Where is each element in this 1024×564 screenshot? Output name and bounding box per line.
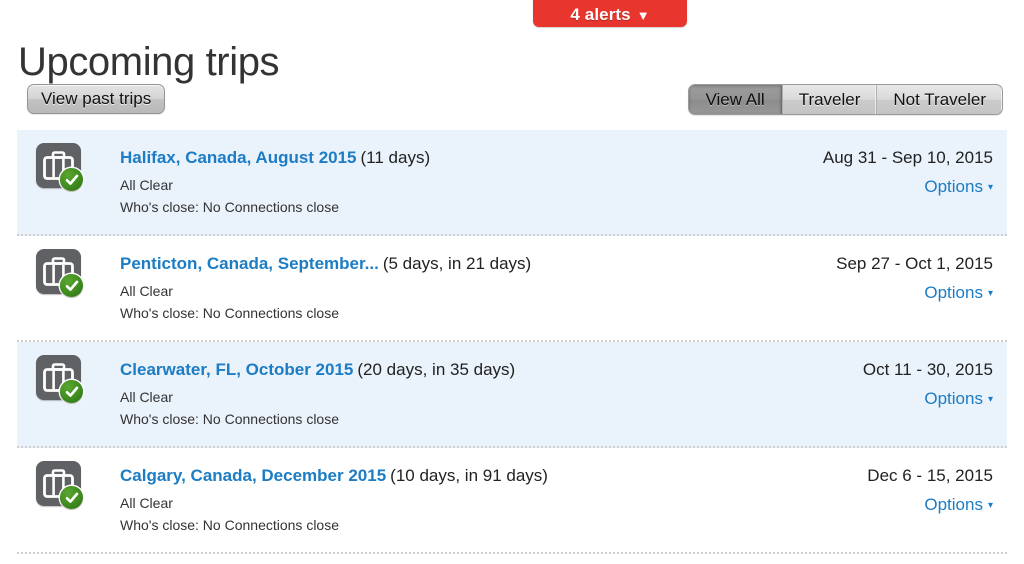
trip-row[interactable]: Halifax, Canada, August 2015 (11 days) All… xyxy=(0,130,1024,236)
trip-icon xyxy=(36,249,86,299)
chevron-down-icon: ▼ xyxy=(636,8,650,23)
trip-right-block: Dec 6 - 15, 2015 Options ▾ xyxy=(867,466,993,518)
green-check-icon xyxy=(60,168,83,191)
trip-status: All Clear xyxy=(120,283,173,299)
trip-list: Halifax, Canada, August 2015 (11 days) All… xyxy=(0,130,1024,554)
trip-text-block: Halifax, Canada, August 2015 (11 days) All… xyxy=(120,148,430,216)
trip-status: All Clear xyxy=(120,177,173,193)
trip-options-label: Options xyxy=(924,389,983,408)
filter-tab-traveler[interactable]: Traveler xyxy=(781,85,877,114)
trip-duration: (11 days) xyxy=(360,148,431,167)
filter-tab-view-all[interactable]: View All xyxy=(689,85,782,114)
trip-title-line: Penticton, Canada, September... (5 days, … xyxy=(120,254,531,274)
trip-duration: (5 days, in 21 days) xyxy=(382,254,532,273)
trip-text-block: Penticton, Canada, September... (5 days, … xyxy=(120,254,531,322)
trip-row[interactable]: Penticton, Canada, September... (5 days, … xyxy=(0,236,1024,342)
trip-whos-close: Who's close: No Connections close xyxy=(120,199,339,215)
trip-whos-close: Who's close: No Connections close xyxy=(120,517,339,533)
trip-icon xyxy=(36,355,86,405)
alerts-badge-label: 4 alerts xyxy=(570,5,631,24)
trip-title-link[interactable]: Clearwater, FL, October 2015 xyxy=(120,360,353,379)
view-past-trips-button[interactable]: View past trips xyxy=(27,84,166,114)
trip-options-label: Options xyxy=(924,177,983,196)
trip-options-label: Options xyxy=(924,495,983,514)
trip-title-line: Halifax, Canada, August 2015 (11 days) xyxy=(120,148,430,168)
trip-options-button[interactable]: Options ▾ xyxy=(924,283,993,306)
trip-dates: Oct 11 - 30, 2015 xyxy=(862,360,993,379)
trip-title-line: Clearwater, FL, October 2015 (20 days, in… xyxy=(120,360,515,380)
trip-dates: Aug 31 - Sep 10, 2015 xyxy=(822,148,993,167)
trip-dates: Dec 6 - 15, 2015 xyxy=(867,466,993,485)
trip-icon xyxy=(36,143,86,193)
trip-duration: (10 days, in 91 days) xyxy=(390,466,548,485)
trip-whos-close: Who's close: No Connections close xyxy=(120,305,339,321)
trip-icon xyxy=(36,461,86,511)
filter-tab-not-traveler[interactable]: Not Traveler xyxy=(876,85,1002,114)
trip-whos-close: Who's close: No Connections close xyxy=(120,411,339,427)
green-check-icon xyxy=(60,274,83,297)
trip-duration: (20 days, in 35 days) xyxy=(357,360,516,379)
page-title: Upcoming trips xyxy=(18,39,280,84)
trip-status: All Clear xyxy=(120,389,173,405)
alerts-badge[interactable]: 4 alerts ▼ xyxy=(533,0,687,27)
trip-title-link[interactable]: Calgary, Canada, December 2015 xyxy=(120,466,386,485)
trip-right-block: Sep 27 - Oct 1, 2015 Options ▾ xyxy=(836,254,993,306)
trip-right-block: Aug 31 - Sep 10, 2015 Options ▾ xyxy=(823,148,993,200)
trip-text-block: Calgary, Canada, December 2015 (10 days, … xyxy=(120,466,548,534)
green-check-icon xyxy=(60,380,83,403)
trip-options-button[interactable]: Options ▾ xyxy=(924,177,993,200)
chevron-down-icon: ▾ xyxy=(987,500,993,511)
trip-title-link[interactable]: Penticton, Canada, September... xyxy=(120,254,379,273)
trip-text-block: Clearwater, FL, October 2015 (20 days, in… xyxy=(120,360,515,428)
green-check-icon xyxy=(60,486,83,509)
trip-right-block: Oct 11 - 30, 2015 Options ▾ xyxy=(863,360,993,412)
chevron-down-icon: ▾ xyxy=(987,182,993,193)
trip-row[interactable]: Clearwater, FL, October 2015 (20 days, in… xyxy=(0,342,1024,448)
trip-title-line: Calgary, Canada, December 2015 (10 days, … xyxy=(120,466,548,486)
trip-title-link[interactable]: Halifax, Canada, August 2015 xyxy=(120,148,357,167)
chevron-down-icon: ▾ xyxy=(987,394,993,405)
trip-row[interactable]: Calgary, Canada, December 2015 (10 days, … xyxy=(0,448,1024,554)
trip-status: All Clear xyxy=(120,495,173,511)
row-separator xyxy=(17,552,1007,554)
trip-dates: Sep 27 - Oct 1, 2015 xyxy=(836,254,993,273)
trip-filter-segmented-control[interactable]: View All Traveler Not Traveler xyxy=(688,84,1003,115)
chevron-down-icon: ▾ xyxy=(987,288,993,299)
trip-options-label: Options xyxy=(924,283,983,302)
trip-options-button[interactable]: Options ▾ xyxy=(924,389,993,412)
trip-options-button[interactable]: Options ▾ xyxy=(924,495,993,518)
